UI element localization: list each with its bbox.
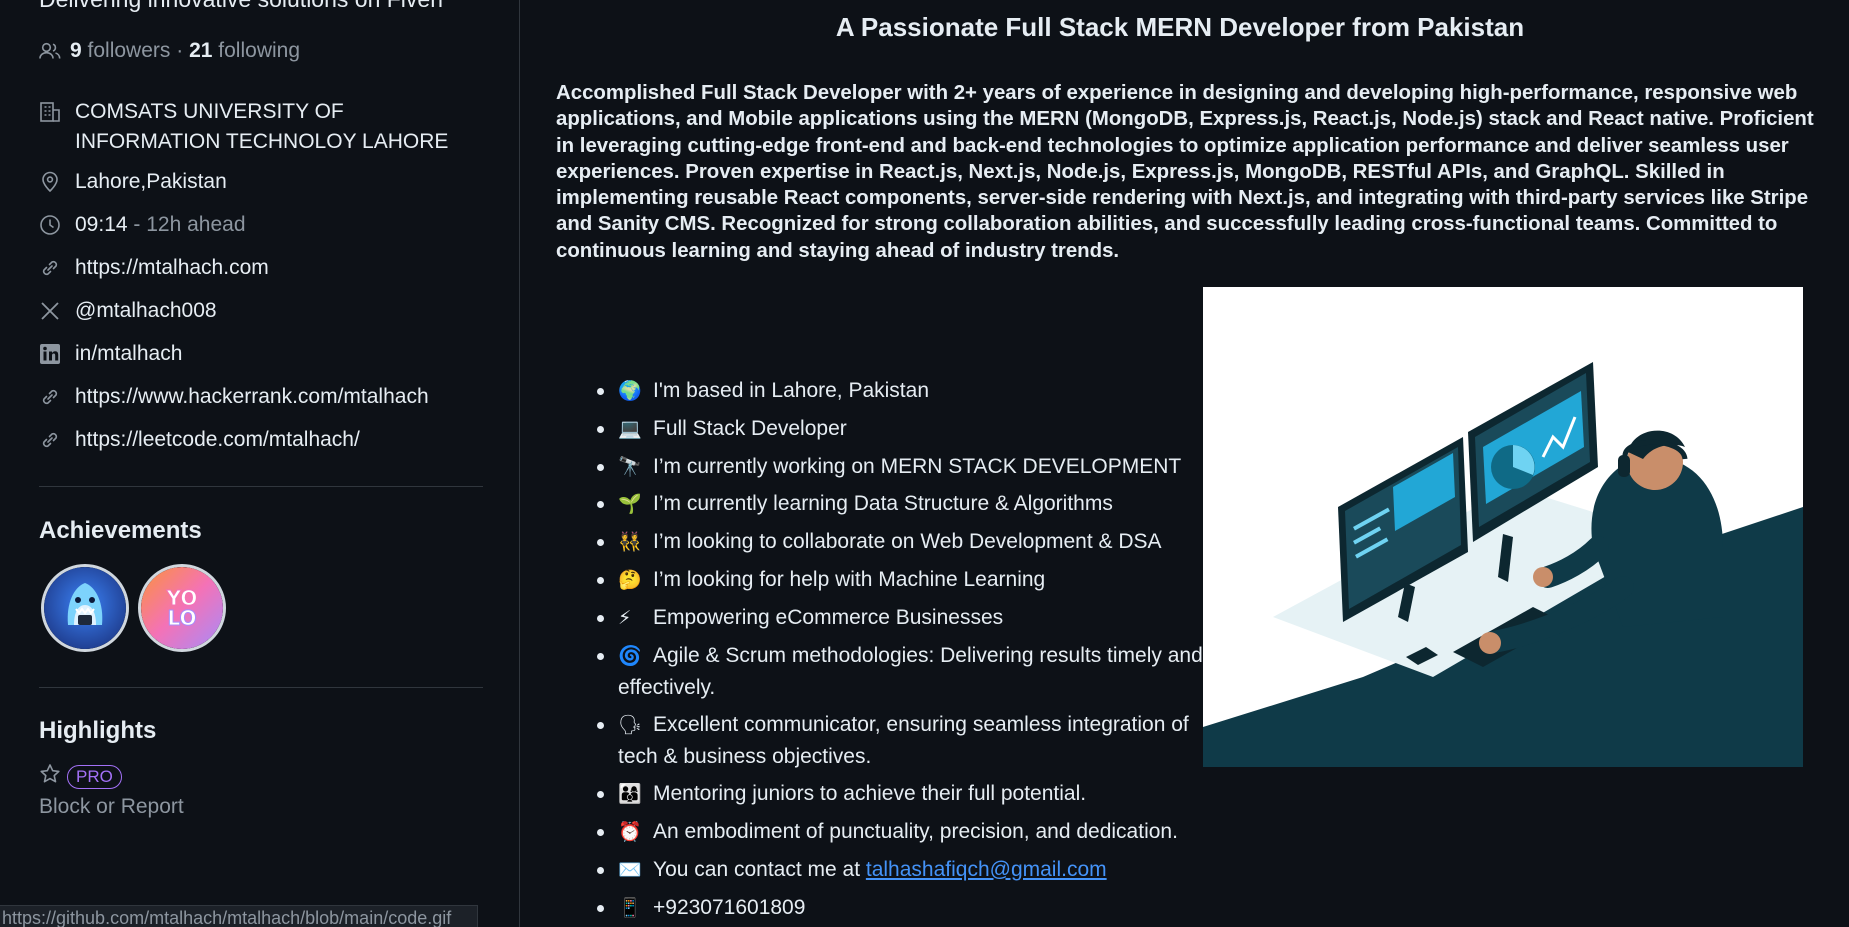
link-icon	[39, 253, 75, 283]
location-text: Lahore,Pakistan	[75, 170, 227, 193]
globe-emoji-icon: 🌍	[618, 381, 642, 402]
list-item-text: I’m currently working on MERN STACK DEVE…	[653, 454, 1182, 478]
achievements-heading[interactable]: Achievements	[39, 517, 202, 545]
link-icon	[39, 382, 75, 412]
leetcode-link[interactable]: https://leetcode.com/mtalhach/	[75, 425, 360, 455]
organization-icon	[39, 97, 75, 127]
social-counts: 9 followers · 21 following	[39, 38, 300, 64]
following-link[interactable]: following	[218, 39, 300, 63]
twitter-link[interactable]: @mtalhach008	[75, 296, 217, 326]
following-count[interactable]: 21	[189, 39, 212, 63]
cyclone-emoji-icon: 🌀	[618, 645, 642, 667]
seedling-emoji-icon: 🌱	[618, 494, 642, 516]
local-time-row: 09:14 - 12h ahead	[39, 210, 489, 240]
readme-headline: A Passionate Full Stack MERN Developer f…	[835, 12, 1525, 42]
linkedin-link[interactable]: in/mtalhach	[75, 339, 182, 369]
profile-details: COMSATS UNIVERSITY OF INFORMATION TECHNO…	[39, 97, 489, 468]
hackerrank-row: https://www.hackerrank.com/mtalhach	[39, 382, 489, 412]
achievement-badge-shark[interactable]	[41, 564, 129, 652]
list-item-text: +923071601809	[653, 895, 806, 919]
profile-sidebar: Delivering innovative solutions on Fiver…	[0, 0, 520, 927]
separator-dot: ·	[176, 39, 184, 62]
achievement-badge-yolo[interactable]: YO LO	[138, 564, 226, 652]
list-item-text: An embodiment of punctuality, precision,…	[653, 819, 1178, 843]
hackerrank-link[interactable]: https://www.hackerrank.com/mtalhach	[75, 382, 429, 412]
pro-badge: PRO	[67, 764, 122, 789]
envelope-emoji-icon: ✉️	[618, 859, 642, 881]
time-offset: - 12h ahead	[133, 213, 246, 236]
speaking-head-emoji-icon: 🗣	[618, 714, 643, 736]
list-item: 📱 +923071601809	[572, 892, 1232, 925]
list-item: ⏰ An embodiment of punctuality, precision…	[572, 816, 1232, 849]
list-item: 🤔 I’m looking for help with Machine Learn…	[572, 564, 1232, 597]
list-item-text: I’m looking for help with Machine Learni…	[653, 567, 1046, 591]
linkedin-icon	[39, 339, 75, 369]
list-item-text: Mentoring juniors to achieve their full …	[653, 782, 1087, 806]
list-item: 🌱 I’m currently learning Data Structure &…	[572, 488, 1232, 521]
svg-text:LO: LO	[167, 606, 196, 630]
organization-row: COMSATS UNIVERSITY OF INFORMATION TECHNO…	[39, 97, 489, 157]
x-logo-icon	[39, 296, 75, 326]
local-time: 09:14	[75, 213, 128, 236]
leetcode-row: https://leetcode.com/mtalhach/	[39, 425, 489, 455]
list-item-text: I’m looking to collaborate on Web Develo…	[653, 530, 1162, 554]
followers-link[interactable]: followers	[88, 39, 171, 63]
readme-summary: Accomplished Full Stack Developer with 2…	[556, 82, 1814, 262]
organization-name: COMSATS UNIVERSITY OF INFORMATION TECHNO…	[75, 100, 449, 153]
list-item-text: Empowering eCommerce Businesses	[653, 605, 1004, 629]
developer-illustration	[1203, 287, 1803, 767]
location-pin-icon	[39, 167, 75, 197]
list-item: ✉️ You can contact me at talhashafiqch@gm…	[572, 854, 1232, 887]
list-item: 🔭 I’m currently working on MERN STACK DEV…	[572, 451, 1232, 484]
email-link[interactable]: talhashafiqch@gmail.com	[866, 858, 1107, 881]
telescope-emoji-icon: 🔭	[618, 456, 642, 478]
lightning-emoji-icon: ⚡	[618, 607, 632, 629]
alarm-clock-emoji-icon: ⏰	[618, 821, 642, 843]
location-row: Lahore,Pakistan	[39, 167, 489, 197]
link-hover-statusbar: https://github.com/mtalhach/mtalhach/blo…	[0, 905, 478, 927]
readme-content: A Passionate Full Stack MERN Developer f…	[520, 0, 1849, 927]
section-divider	[39, 486, 483, 487]
list-item: 👨‍👩‍👦 Mentoring juniors to achieve their …	[572, 778, 1232, 811]
list-item: 🗣 Excellent communicator, ensuring seamle…	[572, 709, 1232, 773]
twitter-row: @mtalhach008	[39, 296, 489, 326]
profile-bio: Delivering innovative solutions on Fiver…	[39, 0, 446, 13]
block-report-link[interactable]: Block or Report	[39, 795, 184, 819]
highlights-heading: Highlights	[39, 717, 157, 744]
people-icon	[39, 42, 61, 60]
list-item: 💻 Full Stack Developer	[572, 413, 1232, 446]
section-divider	[39, 687, 483, 688]
list-item: 🌍 I'm based in Lahore, Pakistan	[572, 375, 1232, 408]
clock-icon	[39, 210, 75, 240]
highlights-row: PRO	[39, 763, 122, 790]
about-list: 🌍 I'm based in Lahore, Pakistan 💻 Full Sta…	[572, 375, 1232, 927]
website-link[interactable]: https://mtalhach.com	[75, 253, 269, 283]
list-item-text: Agile & Scrum methodologies: Delivering …	[618, 643, 1203, 700]
followers-count[interactable]: 9	[70, 39, 82, 63]
list-item: 🌀 Agile & Scrum methodologies: Delivering…	[572, 640, 1232, 704]
list-item-text: I’m currently learning Data Structure & …	[653, 492, 1113, 516]
list-item-text: I'm based in Lahore, Pakistan	[653, 379, 930, 402]
family-emoji-icon: 👨‍👩‍👦	[618, 784, 642, 806]
list-item: ⚡ Empowering eCommerce Businesses	[572, 602, 1232, 635]
mobile-phone-emoji-icon: 📱	[618, 897, 642, 919]
link-icon	[39, 425, 75, 455]
website-row: https://mtalhach.com	[39, 253, 489, 283]
list-item-text: Excellent communicator, ensuring seamles…	[618, 712, 1189, 769]
people-emoji-icon: 👯	[618, 532, 642, 554]
star-icon	[39, 763, 61, 790]
linkedin-row: in/mtalhach	[39, 339, 489, 369]
thinking-emoji-icon: 🤔	[618, 569, 642, 591]
list-item: 👯 I’m looking to collaborate on Web Devel…	[572, 526, 1232, 559]
laptop-emoji-icon: 💻	[618, 418, 642, 440]
list-item-text: You can contact me at	[653, 857, 861, 881]
list-item-text: Full Stack Developer	[653, 416, 847, 440]
